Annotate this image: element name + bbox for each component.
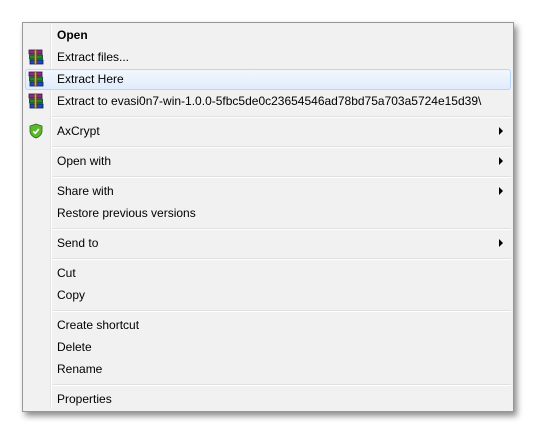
- menu-item-label: Delete: [57, 340, 92, 354]
- menu-item-send-to[interactable]: Send to: [25, 233, 511, 254]
- menu-item-label: Create shortcut: [57, 318, 140, 332]
- menu-item-label: Properties: [57, 392, 112, 406]
- menu-item-extract-to[interactable]: Extract to evasi0n7-win-1.0.0-5fbc5de0c2…: [25, 91, 511, 112]
- menu-separator: [53, 146, 511, 147]
- menu-item-label: Rename: [57, 362, 103, 376]
- menu-item-share-with[interactable]: Share with: [25, 181, 511, 202]
- context-menu: Open Extract files... Extract Here Extra…: [22, 22, 514, 412]
- menu-item-open[interactable]: Open: [25, 25, 511, 46]
- menu-item-extract-files[interactable]: Extract files...: [25, 47, 511, 68]
- menu-item-properties[interactable]: Properties: [25, 389, 511, 410]
- menu-item-label: Cut: [57, 266, 76, 280]
- winrar-icon: [28, 49, 44, 65]
- menu-separator: [53, 176, 511, 177]
- menu-separator: [53, 384, 511, 385]
- menu-item-label: Share with: [57, 184, 114, 198]
- chevron-right-icon: [499, 239, 503, 247]
- menu-item-label: Send to: [57, 236, 99, 250]
- menu-item-axcrypt[interactable]: AxCrypt: [25, 121, 511, 142]
- menu-separator: [53, 228, 511, 229]
- menu-item-extract-here[interactable]: Extract Here: [25, 69, 511, 90]
- menu-item-cut[interactable]: Cut: [25, 263, 511, 284]
- menu-separator: [53, 258, 511, 259]
- menu-separator: [53, 310, 511, 311]
- menu-separator: [53, 116, 511, 117]
- chevron-right-icon: [499, 127, 503, 135]
- menu-item-label: Copy: [57, 288, 86, 302]
- axcrypt-shield-icon: [29, 123, 43, 139]
- menu-item-label: Extract Here: [57, 72, 124, 86]
- menu-item-label: Extract to evasi0n7-win-1.0.0-5fbc5de0c2…: [57, 94, 482, 108]
- menu-item-delete[interactable]: Delete: [25, 337, 511, 358]
- chevron-right-icon: [499, 157, 503, 165]
- menu-item-create-shortcut[interactable]: Create shortcut: [25, 315, 511, 336]
- menu-item-label: AxCrypt: [57, 124, 100, 138]
- menu-item-label: Extract files...: [57, 50, 130, 64]
- menu-item-label: Restore previous versions: [57, 206, 196, 220]
- menu-item-label: Open: [57, 28, 88, 42]
- menu-item-label: Open with: [57, 154, 112, 168]
- menu-item-restore-previous-versions[interactable]: Restore previous versions: [25, 203, 511, 224]
- menu-item-rename[interactable]: Rename: [25, 359, 511, 380]
- menu-item-copy[interactable]: Copy: [25, 285, 511, 306]
- winrar-icon: [28, 71, 44, 87]
- winrar-icon: [28, 93, 44, 109]
- menu-item-open-with[interactable]: Open with: [25, 151, 511, 172]
- chevron-right-icon: [499, 187, 503, 195]
